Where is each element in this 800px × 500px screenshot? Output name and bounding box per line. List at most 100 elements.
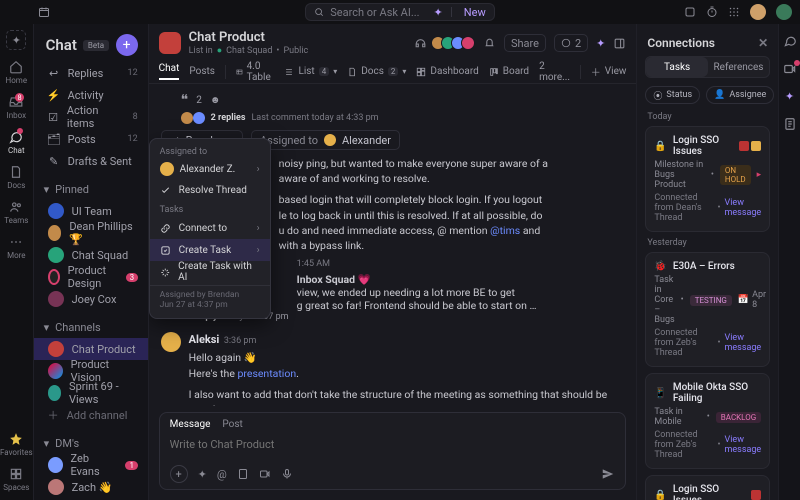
headphones-icon[interactable] bbox=[414, 37, 427, 50]
view-message-link[interactable]: View message bbox=[725, 435, 762, 455]
spaces-icon bbox=[9, 467, 23, 481]
ctx-resolve-thread[interactable]: Resolve Thread bbox=[150, 179, 270, 201]
sidebar-group-pinned[interactable]: ▾Pinned bbox=[34, 178, 148, 200]
rail-favorites[interactable]: Favorites bbox=[0, 432, 33, 457]
sidebar-item-productdesign[interactable]: Product Design3 bbox=[34, 266, 148, 288]
rail-docs[interactable]: Docs bbox=[7, 165, 25, 190]
composer-input[interactable] bbox=[160, 430, 626, 459]
stopwatch-icon[interactable] bbox=[706, 6, 718, 18]
tab-chat[interactable]: Chat bbox=[159, 63, 180, 80]
rail-more[interactable]: More bbox=[7, 235, 25, 260]
sidebar-item-joey[interactable]: Joey Cox bbox=[34, 288, 148, 310]
mic-icon[interactable] bbox=[281, 468, 293, 480]
tab-posts[interactable]: Posts bbox=[189, 66, 215, 77]
send-button[interactable] bbox=[601, 467, 615, 481]
composer-plus-button[interactable]: + bbox=[170, 465, 188, 483]
new-button[interactable]: New bbox=[464, 6, 486, 19]
sidebar-dm-zeb[interactable]: Zeb Evans1 bbox=[34, 454, 148, 476]
sparkle-icon[interactable]: ✦ bbox=[596, 37, 605, 50]
facepile[interactable] bbox=[435, 36, 475, 50]
assigned-to-chip[interactable]: Assigned toAlexander bbox=[251, 130, 400, 150]
sidebar-group-dms[interactable]: ▾DM's bbox=[34, 432, 148, 454]
comments-icon[interactable] bbox=[783, 34, 797, 48]
sidebar-action-items[interactable]: ☑︎Action items8 bbox=[34, 106, 148, 128]
ctx-section-assigned: Assigned to bbox=[150, 143, 270, 159]
open-side-icon[interactable] bbox=[613, 37, 626, 50]
ctx-connect-to[interactable]: Connect to› bbox=[150, 217, 270, 239]
attach-icon[interactable] bbox=[237, 468, 249, 480]
rail-home[interactable]: Home bbox=[6, 60, 28, 85]
sidebar-add-channel[interactable]: ＋Add channel bbox=[34, 404, 148, 426]
chevron-right-icon: › bbox=[257, 245, 260, 256]
sidebar-item-productvision[interactable]: Product Vision bbox=[34, 360, 148, 382]
avatar[interactable] bbox=[750, 4, 766, 20]
apps-grid-icon[interactable] bbox=[728, 6, 740, 18]
connection-card[interactable]: 📱Mobile Okta SSO Failing Task in Mobile•… bbox=[645, 373, 770, 469]
view-more[interactable]: 2 more... bbox=[539, 61, 570, 83]
rail-chat[interactable]: Chat bbox=[8, 130, 25, 155]
connection-card[interactable]: 🐞E30A – Errors Task in Core – Bugs•TESTI… bbox=[645, 252, 770, 367]
sidebar-dm-zach[interactable]: Zach 👋 bbox=[34, 476, 148, 498]
sidebar-item-dean[interactable]: Dean Phillips 🏆 bbox=[34, 222, 148, 244]
details-icon[interactable] bbox=[783, 117, 797, 131]
ai-panel-icon[interactable]: ✦ bbox=[785, 90, 794, 103]
ai-icon[interactable]: ✦ bbox=[198, 468, 207, 481]
teams-icon bbox=[9, 200, 23, 214]
share-button[interactable]: Share bbox=[504, 34, 546, 52]
chevron-down-icon: ▾ bbox=[44, 437, 50, 450]
sidebar-drafts[interactable]: ✎Drafts & Sent bbox=[34, 150, 148, 172]
channel-tabs: Chat Posts 4.0 Table List4▾ Docs2▾ Dashb… bbox=[149, 60, 637, 84]
sidebar-replies[interactable]: ↩︎Replies12 bbox=[34, 62, 148, 84]
sidebar-item-sprint69[interactable]: Sprint 69 - Views bbox=[34, 382, 148, 404]
close-icon[interactable]: ✕ bbox=[758, 36, 768, 50]
beta-chip: Beta bbox=[83, 40, 109, 51]
sidebar-item-chatsquad[interactable]: Chat Squad bbox=[34, 244, 148, 266]
sidebar-activity[interactable]: ⚡Activity bbox=[34, 84, 148, 106]
rail-spaces[interactable]: Spaces bbox=[3, 467, 29, 492]
clip-icon[interactable] bbox=[783, 62, 797, 76]
replies-summary[interactable]: 2 replies Last comment today at 4:33 pm bbox=[181, 112, 625, 124]
connection-card[interactable]: 🔒Login SSO Issues Bug in Core Product•DE… bbox=[645, 475, 770, 500]
view-table[interactable]: 4.0 Table bbox=[236, 61, 275, 83]
ctx-create-task[interactable]: Create Task› bbox=[150, 239, 270, 261]
view-list[interactable]: List4▾ bbox=[284, 66, 337, 77]
sidebar-item-chatproduct[interactable]: Chat Product bbox=[34, 338, 148, 360]
sidebar-group-channels[interactable]: ▾Channels bbox=[34, 316, 148, 338]
rail-teams[interactable]: Teams bbox=[4, 200, 28, 225]
presentation-link[interactable]: presentation bbox=[238, 367, 297, 380]
view-message-link[interactable]: View message bbox=[725, 198, 762, 218]
global-search[interactable]: Search or Ask AI... ✦ New bbox=[305, 3, 494, 21]
rail-inbox[interactable]: 8Inbox bbox=[7, 95, 27, 120]
avatar[interactable] bbox=[776, 4, 792, 20]
thread-body: ❝2 ☻ 2 replies Last comment today at 4:3… bbox=[149, 84, 637, 406]
connection-card[interactable]: 🔒Login SSO Issues Milestone in Bugs Prod… bbox=[645, 126, 770, 232]
sidebar-posts[interactable]: 🗂︎Posts12 bbox=[34, 128, 148, 150]
emoji-icon[interactable]: ☻ bbox=[210, 95, 221, 106]
conn-tab-tasks[interactable]: Tasks bbox=[646, 57, 707, 77]
view-message-link[interactable]: View message bbox=[725, 333, 762, 353]
record-icon[interactable] bbox=[684, 6, 696, 18]
composer-toolbar: + ✦ @ bbox=[160, 459, 626, 489]
ctx-create-task-ai[interactable]: Create Task with AI bbox=[150, 261, 270, 283]
sidebar-item-uiteam[interactable]: UI Team bbox=[34, 200, 148, 222]
bell-icon[interactable] bbox=[483, 37, 496, 50]
conn-tab-references[interactable]: References bbox=[708, 57, 769, 77]
view-board[interactable]: Board bbox=[489, 66, 529, 77]
viewers-chip[interactable]: 2 bbox=[554, 34, 588, 52]
filter-assignee[interactable]: 👤 Assignee bbox=[706, 86, 774, 104]
message: Aleksi 3:36 pm Hello again 👋 Here's the … bbox=[161, 332, 625, 406]
lock-icon: 🔒 bbox=[654, 141, 666, 152]
composer-tab-post[interactable]: Post bbox=[222, 419, 242, 430]
record-clip-icon[interactable] bbox=[259, 468, 271, 480]
add-view-button[interactable]: ＋ View bbox=[591, 64, 627, 79]
filter-status[interactable]: ⦿ Status bbox=[645, 86, 700, 104]
calendar-icon[interactable] bbox=[38, 6, 50, 18]
create-button[interactable]: + bbox=[116, 34, 138, 56]
workspace-switcher-icon[interactable]: ✦ bbox=[6, 30, 26, 50]
ctx-assignee-row[interactable]: Alexander Z. › bbox=[150, 159, 270, 179]
view-docs[interactable]: Docs2▾ bbox=[347, 66, 406, 77]
mention-link[interactable]: @tims bbox=[490, 224, 520, 237]
composer-tab-message[interactable]: Message bbox=[170, 419, 211, 430]
view-dashboard[interactable]: Dashboard bbox=[416, 66, 478, 77]
mention-icon[interactable]: @ bbox=[217, 468, 227, 481]
